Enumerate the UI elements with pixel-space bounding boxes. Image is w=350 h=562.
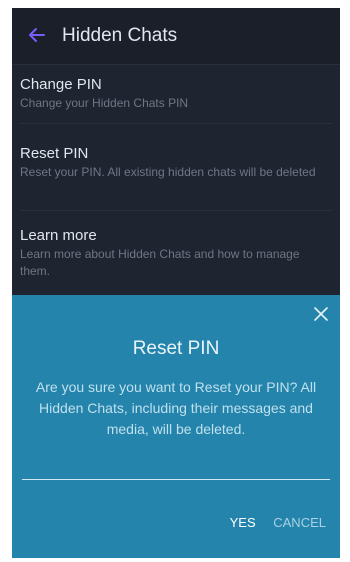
yes-button[interactable]: YES [230, 515, 256, 530]
reset-pin-dialog: Reset PIN Are you sure you want to Reset… [12, 295, 340, 558]
settings-list: Change PIN Change your Hidden Chats PIN … [12, 65, 340, 295]
settings-item-title: Reset PIN [20, 145, 89, 162]
back-arrow-icon[interactable] [26, 24, 48, 46]
page-title: Hidden Chats [62, 25, 178, 46]
dialog-actions: YES CANCEL [216, 513, 326, 533]
settings-item-title: Learn more [20, 227, 97, 244]
cancel-button[interactable]: CANCEL [273, 515, 326, 530]
settings-item-subtitle: Change your Hidden Chats PIN [20, 96, 189, 110]
settings-item-subtitle: Learn more about Hidden Chats and how to… [20, 247, 300, 278]
settings-item-learn-more[interactable]: Learn more Learn more about Hidden Chats… [20, 226, 332, 292]
dialog-message: Are you sure you want to Reset your PIN?… [35, 379, 317, 437]
settings-item-title: Change PIN [20, 76, 102, 93]
close-icon[interactable] [312, 305, 330, 323]
app-screen: Hidden Chats Change PIN Change your Hidd… [12, 8, 340, 558]
input-underline[interactable] [22, 479, 330, 480]
app-bar: Hidden Chats [12, 8, 340, 65]
settings-item-subtitle: Reset your PIN. All existing hidden chat… [20, 165, 316, 179]
settings-item-change-pin[interactable]: Change PIN Change your Hidden Chats PIN [20, 75, 332, 124]
dialog-title: Reset PIN [132, 338, 220, 359]
settings-item-reset-pin[interactable]: Reset PIN Reset your PIN. All existing h… [20, 144, 332, 211]
